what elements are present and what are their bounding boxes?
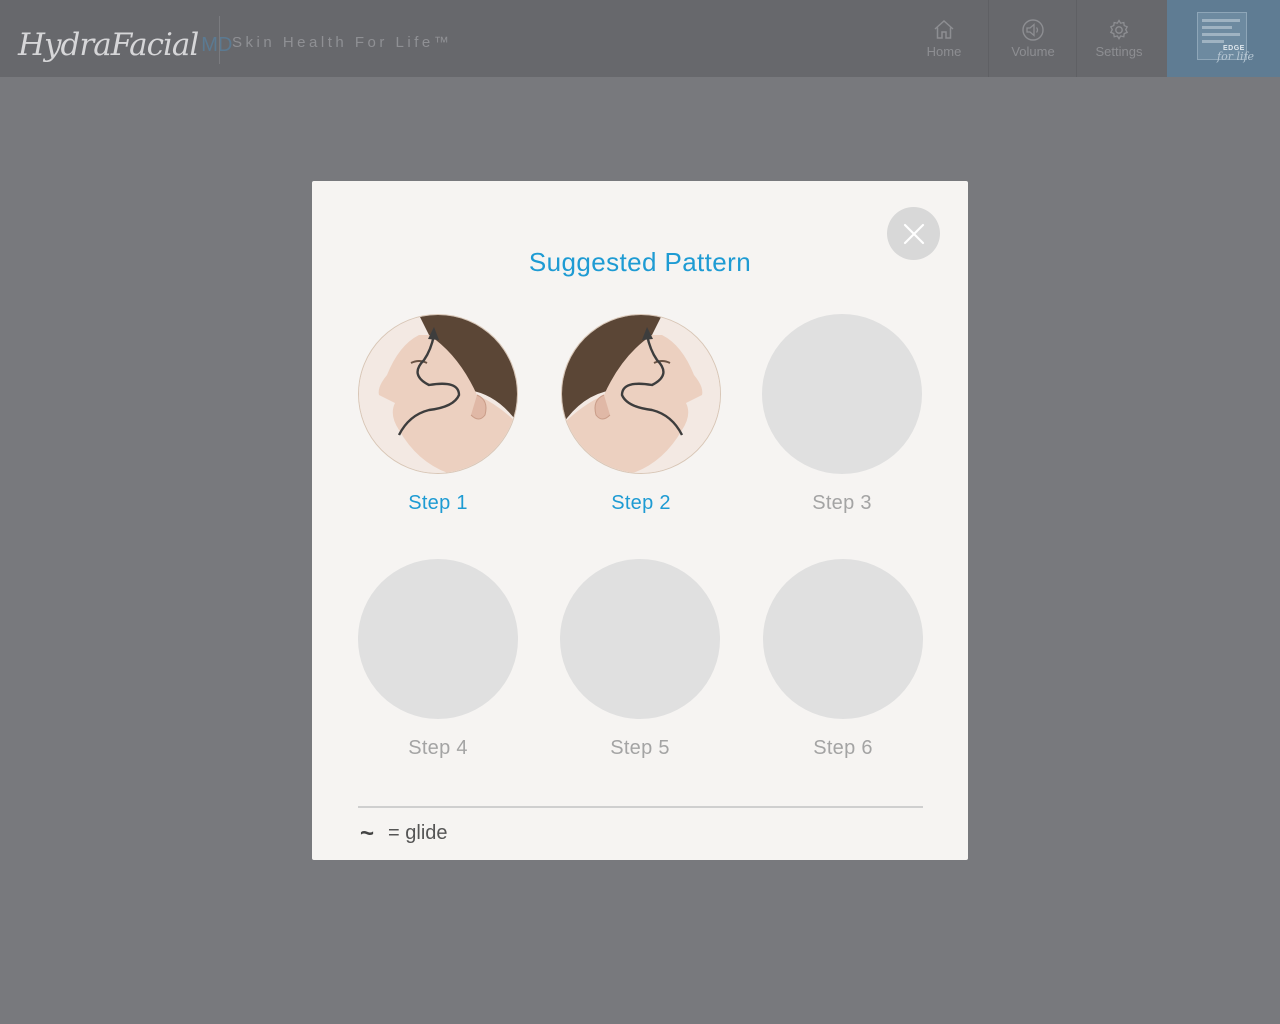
step-4-placeholder — [358, 559, 518, 719]
legend: ~ = glide — [360, 819, 448, 847]
volume-icon — [1022, 19, 1044, 41]
step-1-label: Step 1 — [408, 492, 468, 514]
nav-volume-button[interactable]: Volume — [989, 0, 1077, 77]
step-2-face-image — [561, 314, 721, 474]
close-icon — [903, 223, 924, 244]
step-4-label: Step 4 — [408, 737, 468, 759]
step-5-label: Step 5 — [610, 737, 670, 759]
edge-logo-tagline: for life — [1217, 50, 1255, 63]
gear-icon — [1109, 19, 1129, 40]
nav-home-label: Home — [926, 44, 962, 59]
brand-suffix: MD — [201, 34, 233, 56]
header-divider — [219, 16, 220, 64]
step-6-label: Step 6 — [813, 737, 873, 759]
nav-settings-button[interactable]: Settings — [1075, 0, 1163, 77]
step-3[interactable]: Step 3 — [762, 314, 922, 515]
step-2[interactable]: Step 2 — [561, 314, 721, 515]
step-3-placeholder — [762, 314, 922, 474]
step-2-label: Step 2 — [611, 492, 671, 514]
step-6-placeholder — [763, 559, 923, 719]
nav-settings-label: Settings — [1095, 44, 1143, 59]
suggested-pattern-dialog: Suggested Pattern Step 1 Step 2 Step 3 S… — [312, 181, 968, 860]
tagline: Skin Health For Life™ — [232, 34, 453, 51]
brand-logo: HydraFacial MD — [18, 18, 232, 64]
step-1-face-image — [358, 314, 518, 474]
dialog-title: Suggested Pattern — [528, 247, 752, 277]
edge-logo-panel: EDGE for life — [1167, 0, 1280, 77]
step-3-label: Step 3 — [812, 492, 872, 514]
step-6[interactable]: Step 6 — [763, 559, 923, 760]
legend-divider — [358, 806, 923, 808]
brand-script: HydraFacial — [18, 27, 199, 63]
glide-symbol: ~ — [360, 819, 375, 847]
step-5-placeholder — [560, 559, 720, 719]
step-5[interactable]: Step 5 — [560, 559, 720, 760]
nav-volume-label: Volume — [1011, 44, 1055, 59]
legend-text: = glide — [388, 822, 448, 844]
step-1[interactable]: Step 1 — [358, 314, 518, 515]
top-bar: HydraFacial MD Skin Health For Life™ Hom… — [0, 0, 1280, 77]
nav-home-button[interactable]: Home — [900, 0, 988, 77]
home-icon — [934, 19, 954, 39]
step-4[interactable]: Step 4 — [358, 559, 518, 760]
